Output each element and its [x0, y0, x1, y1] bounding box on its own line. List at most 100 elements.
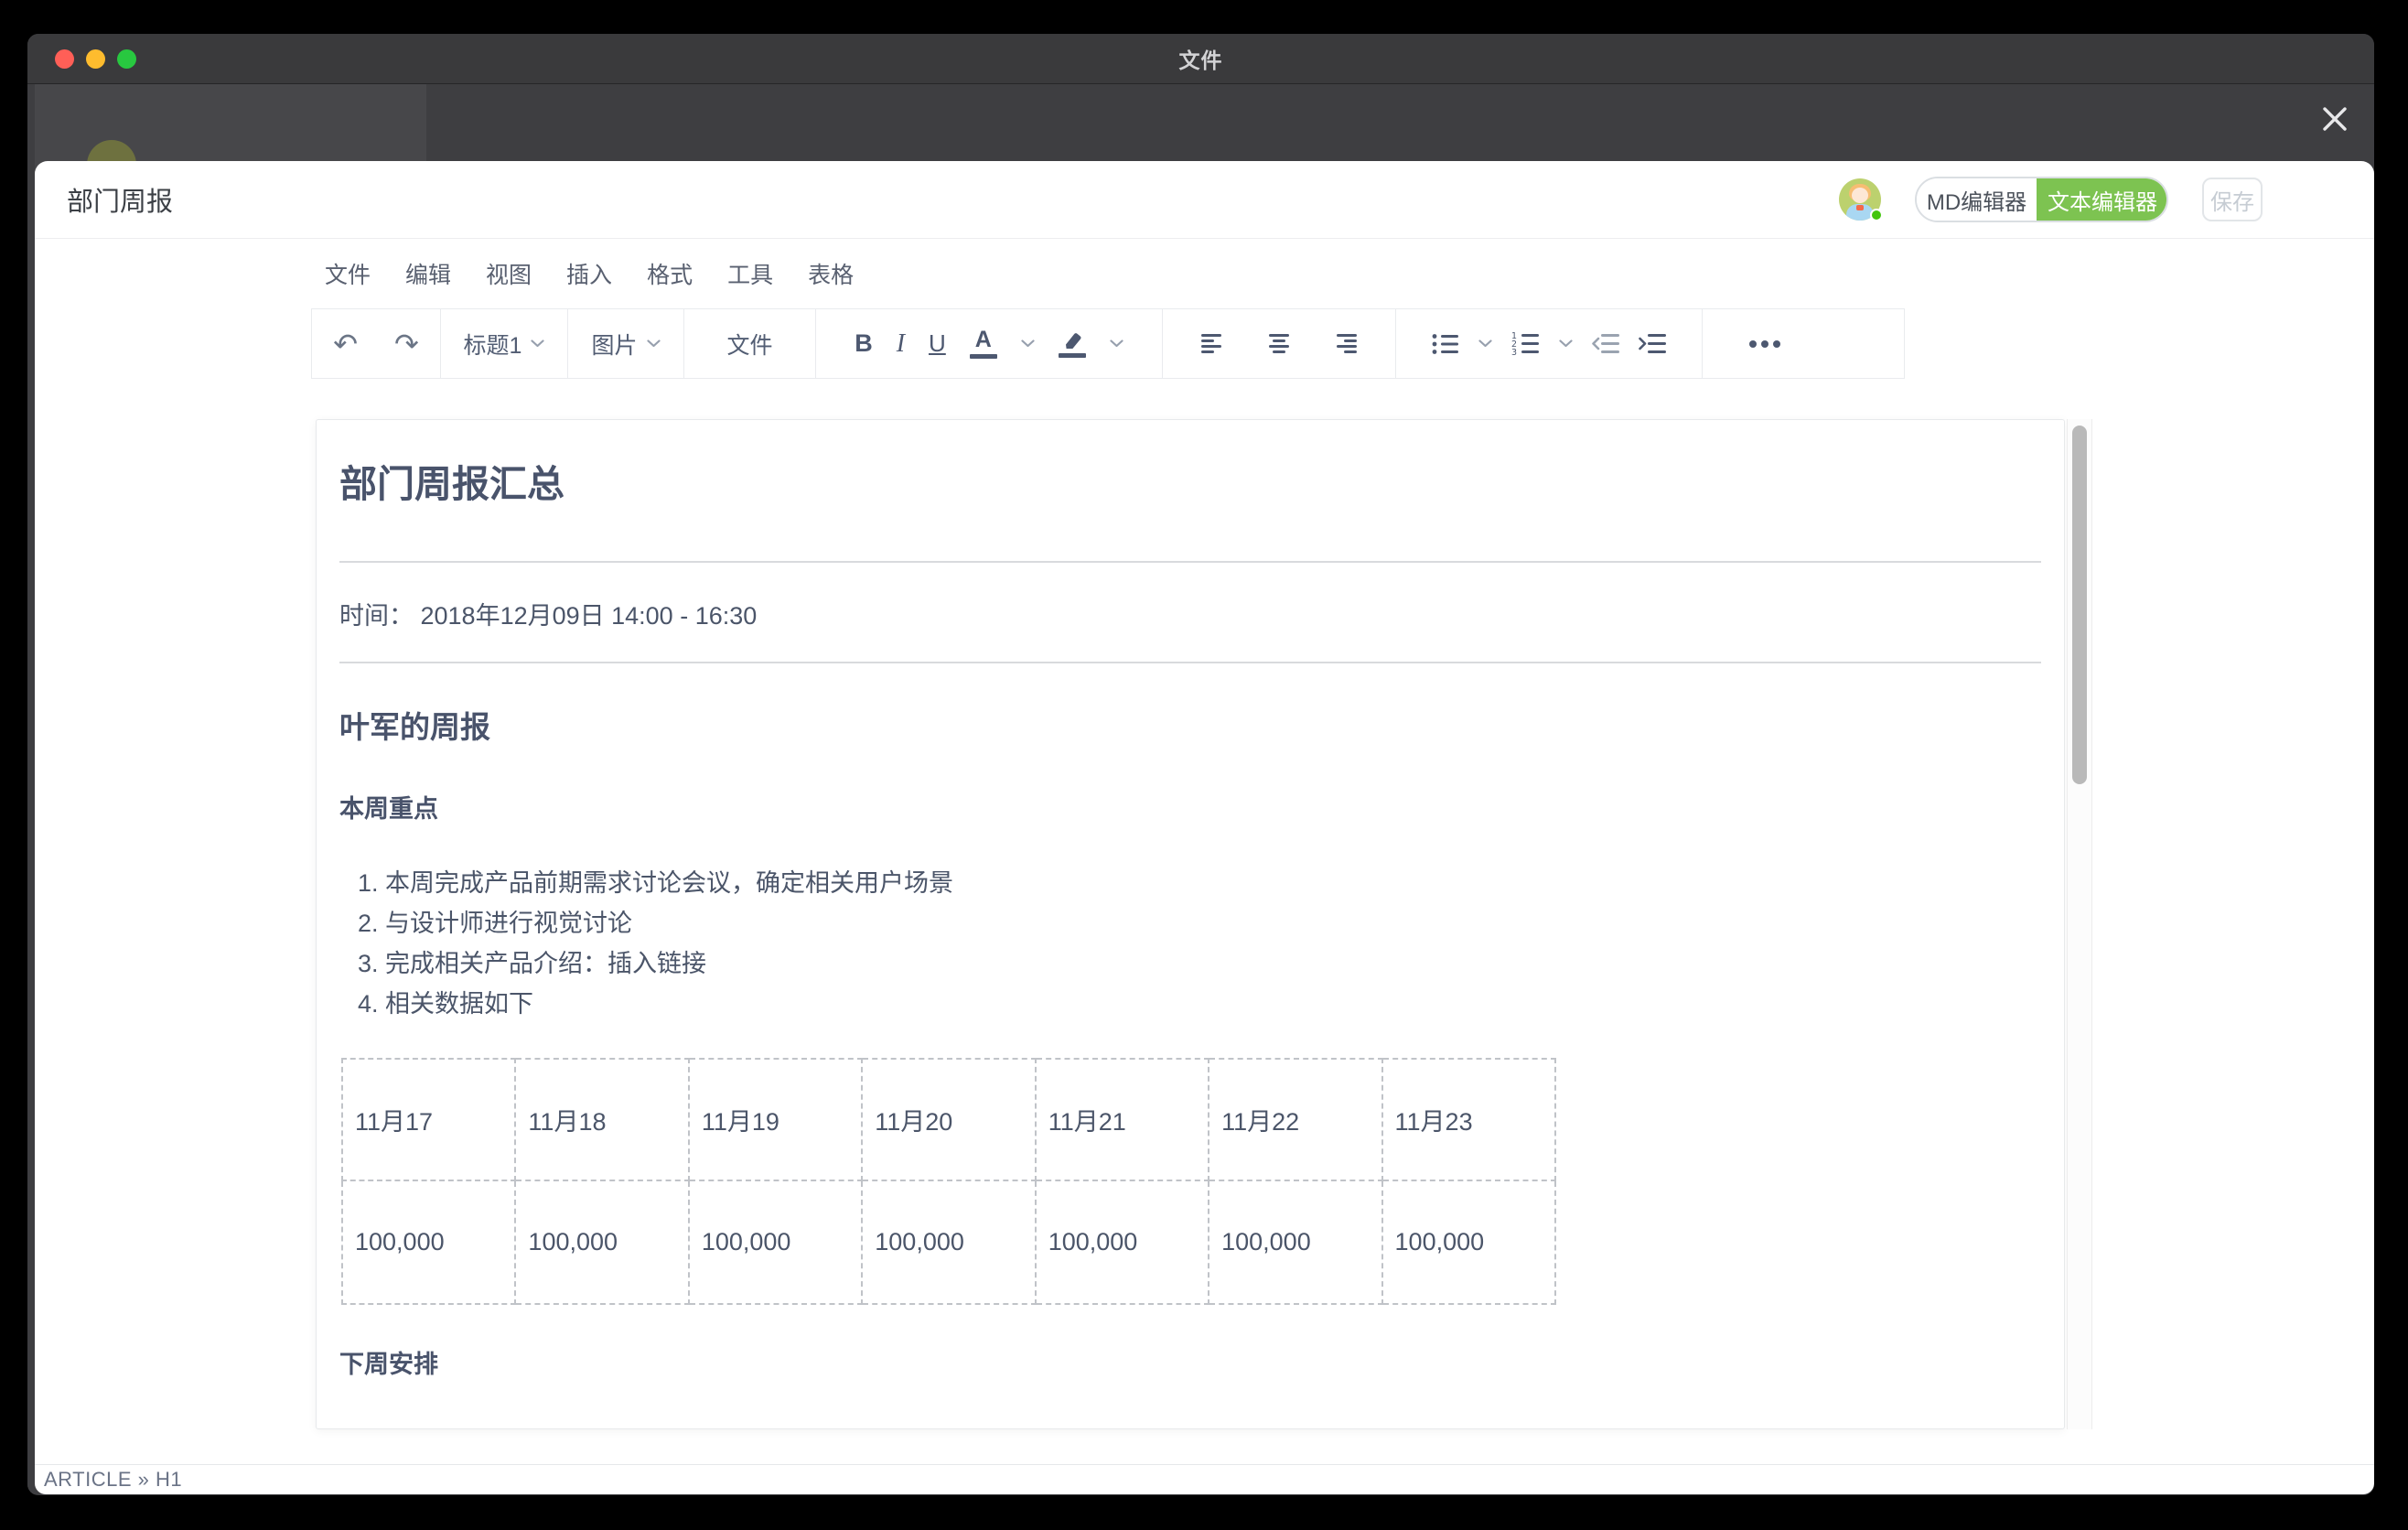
document-title: 部门周报 — [67, 180, 173, 219]
modal-header: 部门周报 MD编辑器 文本编辑器 保存 — [35, 161, 2374, 239]
traffic-lights — [55, 49, 136, 69]
undo-button[interactable]: ↶ — [333, 329, 358, 359]
toolbar-row: ↶ ↷ 标题1 — [35, 308, 2374, 379]
toolbar-group-inline: B I U A — [816, 309, 1163, 378]
numbered-list-dropdown[interactable] — [1559, 339, 1573, 348]
document-page[interactable]: 部门周报汇总 时间： 2018年12月09日 14:00 - 16:30 叶军的… — [316, 419, 2065, 1429]
highlight-button[interactable] — [1059, 330, 1086, 358]
scrollbar-track[interactable] — [2067, 419, 2092, 1429]
highlight-dropdown[interactable] — [1110, 339, 1123, 348]
toolbar-group-image: 图片 — [568, 309, 684, 378]
chevron-down-icon — [1110, 339, 1123, 348]
table-cell[interactable]: 100,000 — [862, 1180, 1035, 1304]
table-cell[interactable]: 11月17 — [342, 1059, 515, 1180]
chevron-down-icon — [1478, 339, 1492, 348]
md-editor-tab[interactable]: MD编辑器 — [1917, 178, 2037, 221]
svg-text:3: 3 — [1511, 348, 1517, 355]
bullet-list-dropdown[interactable] — [1478, 339, 1492, 348]
toolbar-group-file: 文件 — [684, 309, 816, 378]
table-cell[interactable]: 100,000 — [342, 1180, 515, 1304]
table-cell[interactable]: 100,000 — [1382, 1180, 1555, 1304]
image-dropdown[interactable]: 图片 — [591, 328, 660, 361]
table-cell[interactable]: 11月22 — [1209, 1059, 1381, 1180]
window-titlebar: 文件 — [27, 34, 2374, 84]
bold-button[interactable]: B — [855, 329, 873, 358]
table-cell[interactable]: 11月20 — [862, 1059, 1035, 1180]
font-color-icon: A — [970, 329, 997, 359]
bold-icon: B — [855, 329, 873, 358]
save-button[interactable]: 保存 — [2202, 178, 2263, 221]
doc-time-line[interactable]: 时间： 2018年12月09日 14:00 - 16:30 — [339, 598, 2041, 633]
chevron-down-icon — [1559, 339, 1573, 348]
heading-dropdown[interactable]: 标题1 — [464, 328, 545, 361]
editor-mode-toggle: MD编辑器 文本编辑器 — [1915, 177, 2168, 222]
editor-modal: 部门周报 MD编辑器 文本编辑器 保存 — [35, 161, 2374, 1494]
table-cell[interactable]: 100,000 — [1209, 1180, 1381, 1304]
font-color-dropdown[interactable] — [1021, 339, 1035, 348]
list-item[interactable]: 与设计师进行视觉讨论 — [385, 903, 2041, 943]
align-left-button[interactable] — [1201, 334, 1225, 353]
toolbar-group-heading: 标题1 — [441, 309, 568, 378]
attach-file-button[interactable]: 文件 — [726, 328, 772, 361]
traffic-light-close[interactable] — [55, 49, 74, 69]
menu-table[interactable]: 表格 — [808, 257, 854, 290]
doc-heading3-focus[interactable]: 本周重点 — [339, 792, 2041, 825]
close-icon — [2319, 103, 2350, 135]
divider — [339, 561, 2041, 563]
more-button[interactable] — [1748, 339, 1781, 349]
traffic-light-zoom[interactable] — [117, 49, 136, 69]
toolbar-group-align — [1163, 309, 1396, 378]
list-item[interactable]: 完成相关产品介绍：插入链接 — [385, 943, 2041, 984]
table-cell[interactable]: 100,000 — [1036, 1180, 1209, 1304]
table-cell[interactable]: 11月23 — [1382, 1059, 1555, 1180]
list-item[interactable]: 本周完成产品前期需求讨论会议，确定相关用户场景 — [385, 863, 2041, 903]
more-icon — [1748, 339, 1781, 349]
redo-button[interactable]: ↷ — [394, 329, 419, 359]
table-cell[interactable]: 100,000 — [689, 1180, 862, 1304]
traffic-light-minimize[interactable] — [86, 49, 105, 69]
underline-button[interactable]: U — [929, 329, 946, 358]
numbered-list-icon: 1 2 3 — [1511, 332, 1540, 355]
table-cell[interactable]: 11月18 — [515, 1059, 688, 1180]
align-left-icon — [1201, 334, 1225, 353]
menu-format[interactable]: 格式 — [647, 257, 693, 290]
header-actions: MD编辑器 文本编辑器 保存 — [1839, 177, 2263, 222]
user-avatar[interactable] — [1839, 178, 1881, 221]
chevron-down-icon — [1021, 339, 1035, 348]
doc-table: 11月17 11月18 11月19 11月20 11月21 11月22 11月2… — [341, 1058, 1556, 1305]
text-editor-tab[interactable]: 文本编辑器 — [2037, 177, 2168, 222]
indent-button[interactable] — [1639, 334, 1666, 353]
table-cell[interactable]: 100,000 — [515, 1180, 688, 1304]
window-body: 部门周报 MD编辑器 文本编辑器 保存 — [27, 84, 2374, 1494]
status-bar: ARTICLE » H1 — [35, 1464, 2374, 1494]
align-center-button[interactable] — [1267, 334, 1291, 353]
table-cell[interactable]: 11月21 — [1036, 1059, 1209, 1180]
menu-insert[interactable]: 插入 — [566, 257, 612, 290]
menu-view[interactable]: 视图 — [486, 257, 532, 290]
list-item[interactable]: 相关数据如下 — [385, 984, 2041, 1024]
close-button[interactable] — [2317, 102, 2352, 136]
underline-icon: U — [929, 329, 946, 358]
doc-heading3-next[interactable]: 下周安排 — [339, 1348, 2041, 1381]
italic-button[interactable]: I — [897, 329, 905, 359]
table-row: 100,000 100,000 100,000 100,000 100,000 … — [342, 1180, 1555, 1304]
italic-icon: I — [897, 329, 905, 359]
scrollbar-thumb[interactable] — [2072, 426, 2087, 784]
doc-heading1[interactable]: 部门周报汇总 — [339, 458, 2041, 510]
outdent-button[interactable] — [1592, 334, 1619, 353]
menu-tools[interactable]: 工具 — [727, 257, 773, 290]
table-row: 11月17 11月18 11月19 11月20 11月21 11月22 11月2… — [342, 1059, 1555, 1180]
doc-heading2[interactable]: 叶军的周报 — [339, 707, 2041, 748]
align-right-button[interactable] — [1333, 334, 1357, 353]
menu-file[interactable]: 文件 — [325, 257, 371, 290]
chevron-down-icon — [647, 339, 661, 348]
editor-area: 部门周报汇总 时间： 2018年12月09日 14:00 - 16:30 叶军的… — [35, 379, 2374, 1464]
align-center-icon — [1267, 334, 1291, 353]
font-color-button[interactable]: A — [970, 329, 997, 359]
toolbar-group-list: 1 2 3 — [1396, 309, 1703, 378]
bullet-list-button[interactable] — [1432, 333, 1459, 355]
toolbar-group-more — [1703, 309, 1904, 378]
menu-edit[interactable]: 编辑 — [405, 257, 451, 290]
numbered-list-button[interactable]: 1 2 3 — [1511, 332, 1540, 355]
table-cell[interactable]: 11月19 — [689, 1059, 862, 1180]
